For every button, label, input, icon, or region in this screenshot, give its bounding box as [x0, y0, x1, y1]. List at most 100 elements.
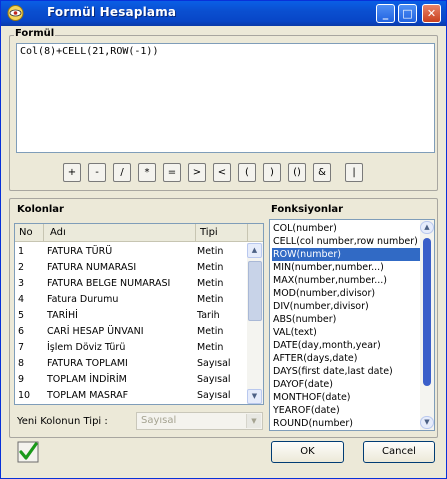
table-row[interactable]: 4 Fatura Durumu Metin [15, 292, 247, 308]
row-type: Metin [197, 262, 224, 273]
function-item[interactable]: DATE(day,month,year) [272, 339, 420, 352]
row-name: FATURA TOPLAMI [47, 358, 128, 369]
row-type: Metin [197, 342, 224, 353]
row-name: TOPLAM MASRAF [47, 390, 129, 401]
formula-group-title: Formül [14, 28, 56, 39]
operator-greater-button[interactable]: > [188, 163, 206, 182]
function-item[interactable]: COL(number) [272, 222, 420, 235]
row-name: FATURA TÜRÜ [47, 246, 113, 257]
table-row[interactable]: 9 TOPLAM İNDİRİM Sayısal [15, 372, 247, 388]
functions-list[interactable]: COL(number) CELL(col number,row number) … [269, 219, 435, 431]
formula-text: Col(8)+CELL(21,ROW(-1)) [20, 46, 159, 57]
row-name: CARİ HESAP ÜNVANI [47, 326, 144, 337]
row-name: FATURA BELGE NUMARASI [47, 278, 171, 289]
minimize-button[interactable]: _ [376, 4, 395, 23]
operator-open-paren-button[interactable]: ( [238, 163, 256, 182]
row-no: 10 [18, 390, 31, 401]
row-type: Sayısal [197, 374, 231, 385]
maximize-button[interactable]: □ [398, 4, 417, 23]
function-item[interactable]: VAL(text) [272, 326, 420, 339]
close-icon: ✕ [426, 7, 437, 20]
scroll-up-arrow-icon[interactable]: ▲ [247, 243, 262, 258]
operator-plus-button[interactable]: + [63, 163, 81, 182]
row-name: TARİHİ [47, 310, 78, 321]
new-column-type-label: Yeni Kolonun Tipi : [17, 416, 108, 427]
columns-table-header: No Adı Tipi [15, 224, 263, 242]
table-row[interactable]: 5 TARİHİ Tarih [15, 308, 247, 324]
row-type: Sayısal [197, 358, 231, 369]
scroll-up-arrow-icon[interactable]: ▲ [420, 221, 434, 234]
close-button[interactable]: ✕ [422, 4, 441, 23]
green-check-icon[interactable] [17, 441, 39, 463]
columns-table[interactable]: No Adı Tipi 1 FATURA TÜRÜ Metin 2 FATURA… [14, 223, 264, 405]
operator-multiply-button[interactable]: * [138, 163, 156, 182]
row-no: 4 [18, 294, 25, 305]
row-no: 3 [18, 278, 25, 289]
row-no: 8 [18, 358, 25, 369]
operator-divide-button[interactable]: / [113, 163, 131, 182]
function-item[interactable]: DIV(number,divisor) [272, 300, 420, 313]
row-type: Metin [197, 246, 224, 257]
function-item[interactable]: AFTER(days,date) [272, 352, 420, 365]
ok-button[interactable]: OK [271, 441, 344, 463]
chevron-down-icon[interactable]: ▼ [246, 414, 261, 428]
scroll-down-arrow-icon[interactable]: ▼ [247, 389, 262, 404]
function-item[interactable]: YEAROF(date) [272, 404, 420, 417]
row-no: 2 [18, 262, 25, 273]
operator-equals-button[interactable]: = [163, 163, 181, 182]
function-item[interactable]: DAYS(first date,last date) [272, 365, 420, 378]
row-no: 5 [18, 310, 25, 321]
scroll-down-arrow-icon[interactable]: ▼ [420, 416, 434, 429]
column-header-name[interactable]: Adı [44, 224, 196, 242]
formula-input[interactable]: Col(8)+CELL(21,ROW(-1)) [16, 43, 435, 153]
column-header-type[interactable]: Tipi [196, 224, 248, 242]
row-type: Tarih [197, 310, 220, 321]
minimize-icon: _ [382, 7, 389, 20]
row-type: Metin [197, 278, 224, 289]
row-no: 6 [18, 326, 25, 337]
new-column-type-value: Sayısal [141, 415, 177, 426]
function-item[interactable]: MOD(number,divisor) [272, 287, 420, 300]
scroll-thumb[interactable] [423, 238, 431, 386]
row-no: 9 [18, 374, 25, 385]
row-type: Metin [197, 326, 224, 337]
columns-group-title: Kolonlar [17, 204, 64, 215]
operator-ampersand-button[interactable]: & [313, 163, 331, 182]
function-item[interactable]: MONTHOF(date) [272, 391, 420, 404]
window-title: Formül Hesaplama [47, 5, 177, 19]
table-row[interactable]: 8 FATURA TOPLAMI Sayısal [15, 356, 247, 372]
row-no: 7 [18, 342, 25, 353]
operator-pipe-button[interactable]: | [345, 163, 363, 182]
formula-dialog-window: Formül Hesaplama _ □ ✕ Formül Col(8)+CEL… [0, 0, 447, 479]
function-item[interactable]: MIN(number,number...) [272, 261, 420, 274]
table-row[interactable]: 2 FATURA NUMARASI Metin [15, 260, 247, 276]
operator-minus-button[interactable]: - [88, 163, 106, 182]
new-column-type-select[interactable]: Sayısal ▼ [136, 412, 263, 430]
functions-group-title: Fonksiyonlar [271, 204, 344, 215]
function-item[interactable]: ROUND(number) [272, 417, 420, 430]
table-row[interactable]: 1 FATURA TÜRÜ Metin [15, 244, 247, 260]
function-item-selected[interactable]: ROW(number) [272, 248, 420, 261]
scroll-thumb[interactable] [248, 261, 262, 321]
table-row[interactable]: 7 İşlem Döviz Türü Metin [15, 340, 247, 356]
function-item[interactable]: MAX(number,number...) [272, 274, 420, 287]
maximize-icon: □ [402, 7, 413, 20]
function-item[interactable]: DAYOF(date) [272, 378, 420, 391]
table-row[interactable]: 3 FATURA BELGE NUMARASI Metin [15, 276, 247, 292]
table-row[interactable]: 10 TOPLAM MASRAF Sayısal [15, 388, 247, 404]
function-item[interactable]: CELL(col number,row number) [272, 235, 420, 248]
columns-table-scrollbar[interactable]: ▲ ▼ [247, 243, 263, 404]
row-type: Metin [197, 294, 224, 305]
row-type: Sayısal [197, 390, 231, 401]
functions-list-scrollbar[interactable]: ▲ ▼ [420, 220, 434, 430]
cancel-button[interactable]: Cancel [363, 441, 435, 463]
eye-app-icon [7, 5, 24, 21]
title-bar[interactable]: Formül Hesaplama _ □ ✕ [1, 1, 446, 26]
row-no: 1 [18, 246, 25, 257]
operator-less-button[interactable]: < [213, 163, 231, 182]
function-item[interactable]: ABS(number) [272, 313, 420, 326]
operator-close-paren-button[interactable]: ) [263, 163, 281, 182]
table-row[interactable]: 6 CARİ HESAP ÜNVANI Metin [15, 324, 247, 340]
operator-parens-button[interactable]: () [288, 163, 306, 182]
column-header-no[interactable]: No [15, 224, 44, 242]
